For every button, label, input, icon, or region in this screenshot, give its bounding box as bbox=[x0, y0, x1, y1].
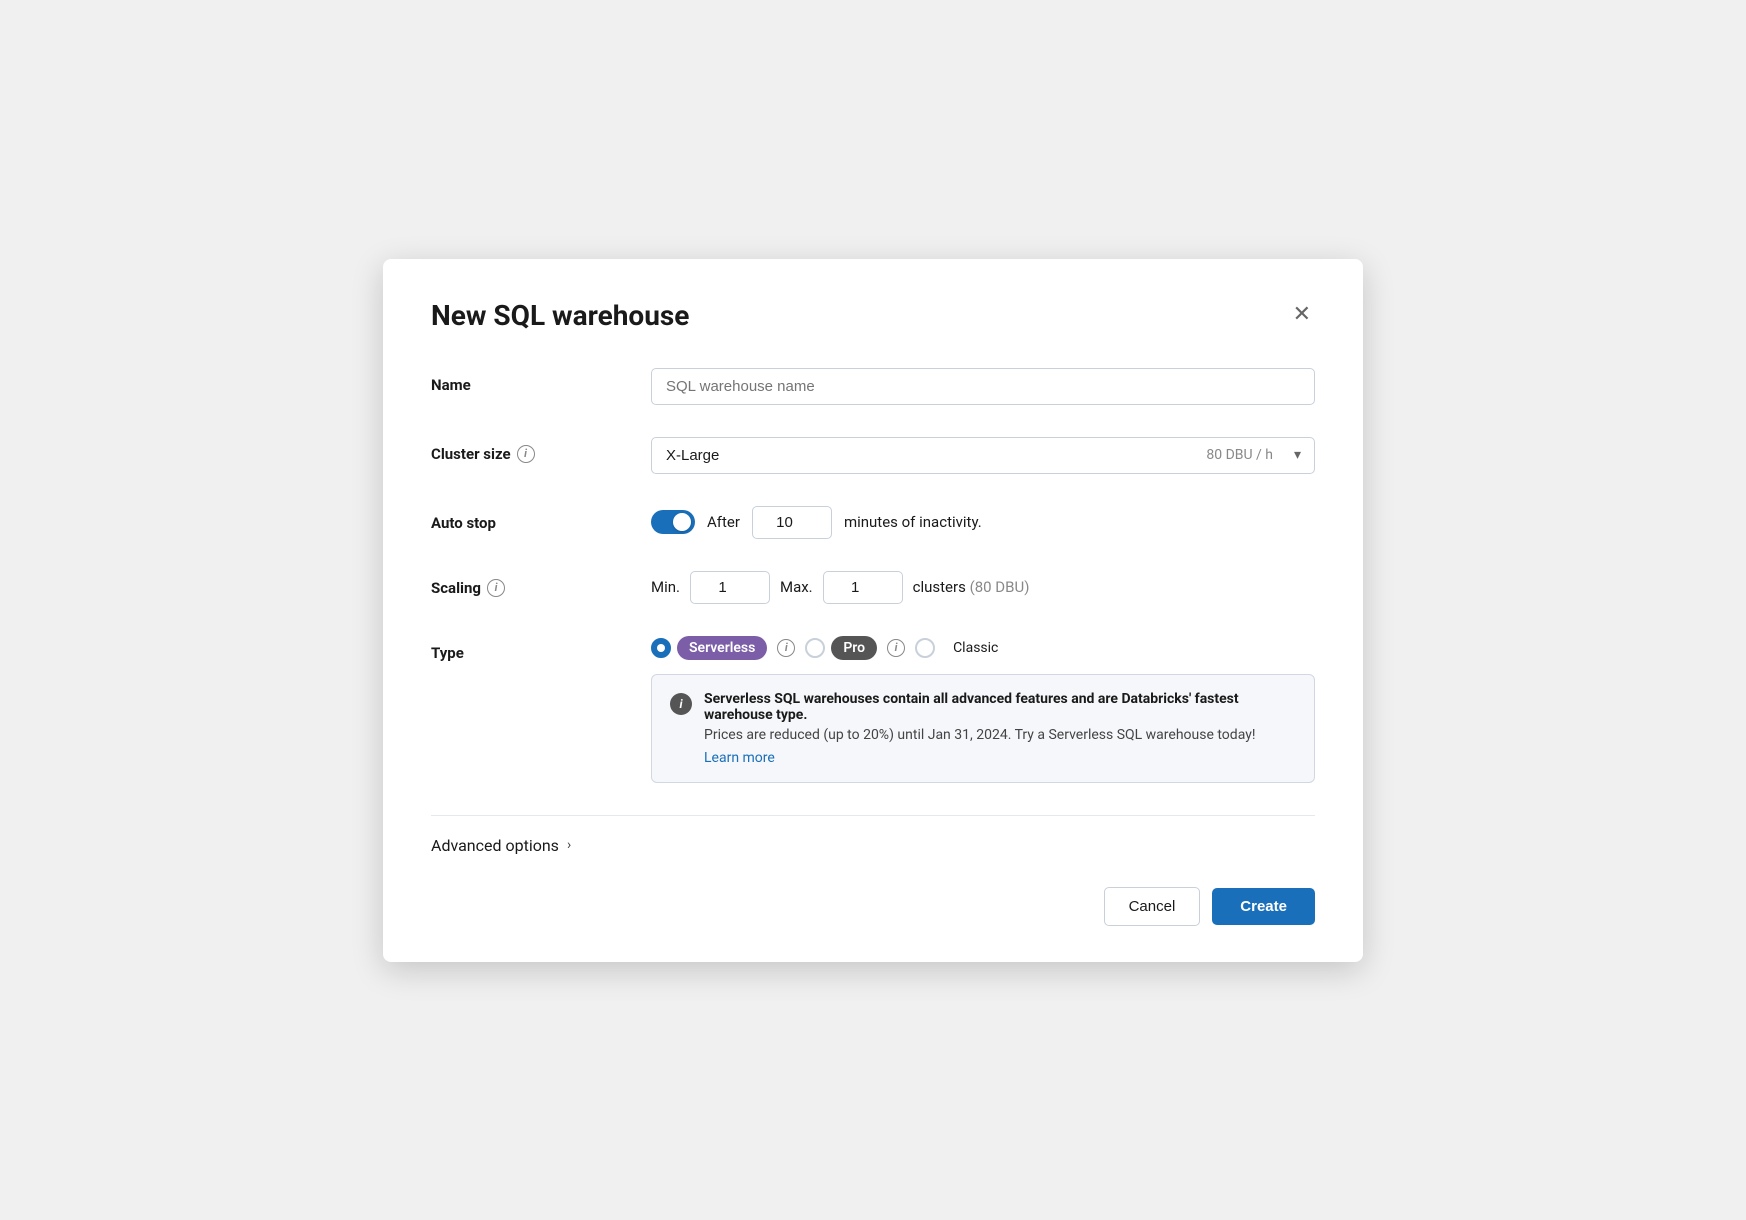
name-label: Name bbox=[431, 368, 651, 394]
name-input[interactable] bbox=[651, 368, 1315, 405]
auto-stop-control: After minutes of inactivity. bbox=[651, 506, 1315, 539]
cluster-size-select-wrapper: X-Small Small Medium Large X-Large 2X-La… bbox=[651, 437, 1315, 474]
min-label: Min. bbox=[651, 578, 680, 596]
max-label: Max. bbox=[780, 578, 813, 596]
type-classic-option[interactable]: Classic bbox=[915, 636, 1010, 660]
scaling-min-input[interactable] bbox=[690, 571, 770, 604]
scaling-inputs-row: Min. Max. clusters (80 DBU) bbox=[651, 571, 1315, 604]
after-label: After bbox=[707, 513, 740, 531]
classic-badge: Classic bbox=[941, 636, 1010, 660]
cancel-button[interactable]: Cancel bbox=[1104, 887, 1201, 926]
dialog-title: New SQL warehouse bbox=[431, 299, 689, 332]
type-row: Type Serverless i Pro i Classic bbox=[431, 636, 1315, 783]
inactivity-label: minutes of inactivity. bbox=[844, 513, 982, 531]
info-box-icon: i bbox=[670, 693, 692, 715]
scaling-max-input[interactable] bbox=[823, 571, 903, 604]
cluster-size-select[interactable]: X-Small Small Medium Large X-Large 2X-La… bbox=[651, 437, 1315, 474]
type-pro-option[interactable]: Pro bbox=[805, 636, 877, 660]
toggle-track bbox=[651, 510, 695, 534]
serverless-info-icon[interactable]: i bbox=[777, 639, 795, 657]
pro-badge: Pro bbox=[831, 636, 877, 660]
pro-radio[interactable] bbox=[805, 638, 825, 658]
cluster-size-info-icon[interactable]: i bbox=[517, 445, 535, 463]
learn-more-link[interactable]: Learn more bbox=[704, 750, 775, 766]
footer-buttons: Cancel Create bbox=[431, 887, 1315, 926]
classic-radio[interactable] bbox=[915, 638, 935, 658]
info-box-body: Prices are reduced (up to 20%) until Jan… bbox=[704, 727, 1296, 743]
info-box-title: Serverless SQL warehouses contain all ad… bbox=[704, 691, 1296, 723]
advanced-options-label: Advanced options bbox=[431, 836, 559, 855]
clusters-label: clusters (80 DBU) bbox=[913, 578, 1030, 596]
advanced-options-chevron-icon: › bbox=[567, 837, 571, 853]
scaling-control: Min. Max. clusters (80 DBU) bbox=[651, 571, 1315, 604]
create-button[interactable]: Create bbox=[1212, 888, 1315, 925]
cluster-size-label: Cluster size i bbox=[431, 437, 651, 463]
serverless-radio[interactable] bbox=[651, 638, 671, 658]
auto-stop-label: Auto stop bbox=[431, 506, 651, 532]
scaling-label: Scaling i bbox=[431, 571, 651, 597]
autostop-row: After minutes of inactivity. bbox=[651, 506, 1315, 539]
serverless-badge: Serverless bbox=[677, 636, 767, 660]
type-serverless-option[interactable]: Serverless bbox=[651, 636, 767, 660]
scaling-info-icon[interactable]: i bbox=[487, 579, 505, 597]
type-options: Serverless i Pro i Classic bbox=[651, 636, 1315, 660]
name-row: Name bbox=[431, 368, 1315, 405]
dialog-header: New SQL warehouse ✕ bbox=[431, 299, 1315, 332]
cluster-size-row: Cluster size i X-Small Small Medium Larg… bbox=[431, 437, 1315, 474]
pro-info-icon[interactable]: i bbox=[887, 639, 905, 657]
clusters-dbu: (80 DBU) bbox=[970, 578, 1030, 596]
scaling-row: Scaling i Min. Max. clusters (80 DBU) bbox=[431, 571, 1315, 604]
divider bbox=[431, 815, 1315, 816]
info-box-text: Serverless SQL warehouses contain all ad… bbox=[704, 691, 1296, 766]
type-info-box: i Serverless SQL warehouses contain all … bbox=[651, 674, 1315, 783]
auto-stop-minutes-input[interactable] bbox=[752, 506, 832, 539]
auto-stop-toggle[interactable] bbox=[651, 510, 695, 534]
type-control: Serverless i Pro i Classic i Se bbox=[651, 636, 1315, 783]
type-label: Type bbox=[431, 636, 651, 662]
name-control bbox=[651, 368, 1315, 405]
new-sql-warehouse-dialog: New SQL warehouse ✕ Name Cluster size i … bbox=[383, 259, 1363, 962]
close-button[interactable]: ✕ bbox=[1289, 299, 1315, 329]
toggle-thumb bbox=[673, 513, 691, 531]
advanced-options-row[interactable]: Advanced options › bbox=[431, 836, 1315, 855]
auto-stop-row: Auto stop After minutes of inactivity. bbox=[431, 506, 1315, 539]
cluster-size-control: X-Small Small Medium Large X-Large 2X-La… bbox=[651, 437, 1315, 474]
